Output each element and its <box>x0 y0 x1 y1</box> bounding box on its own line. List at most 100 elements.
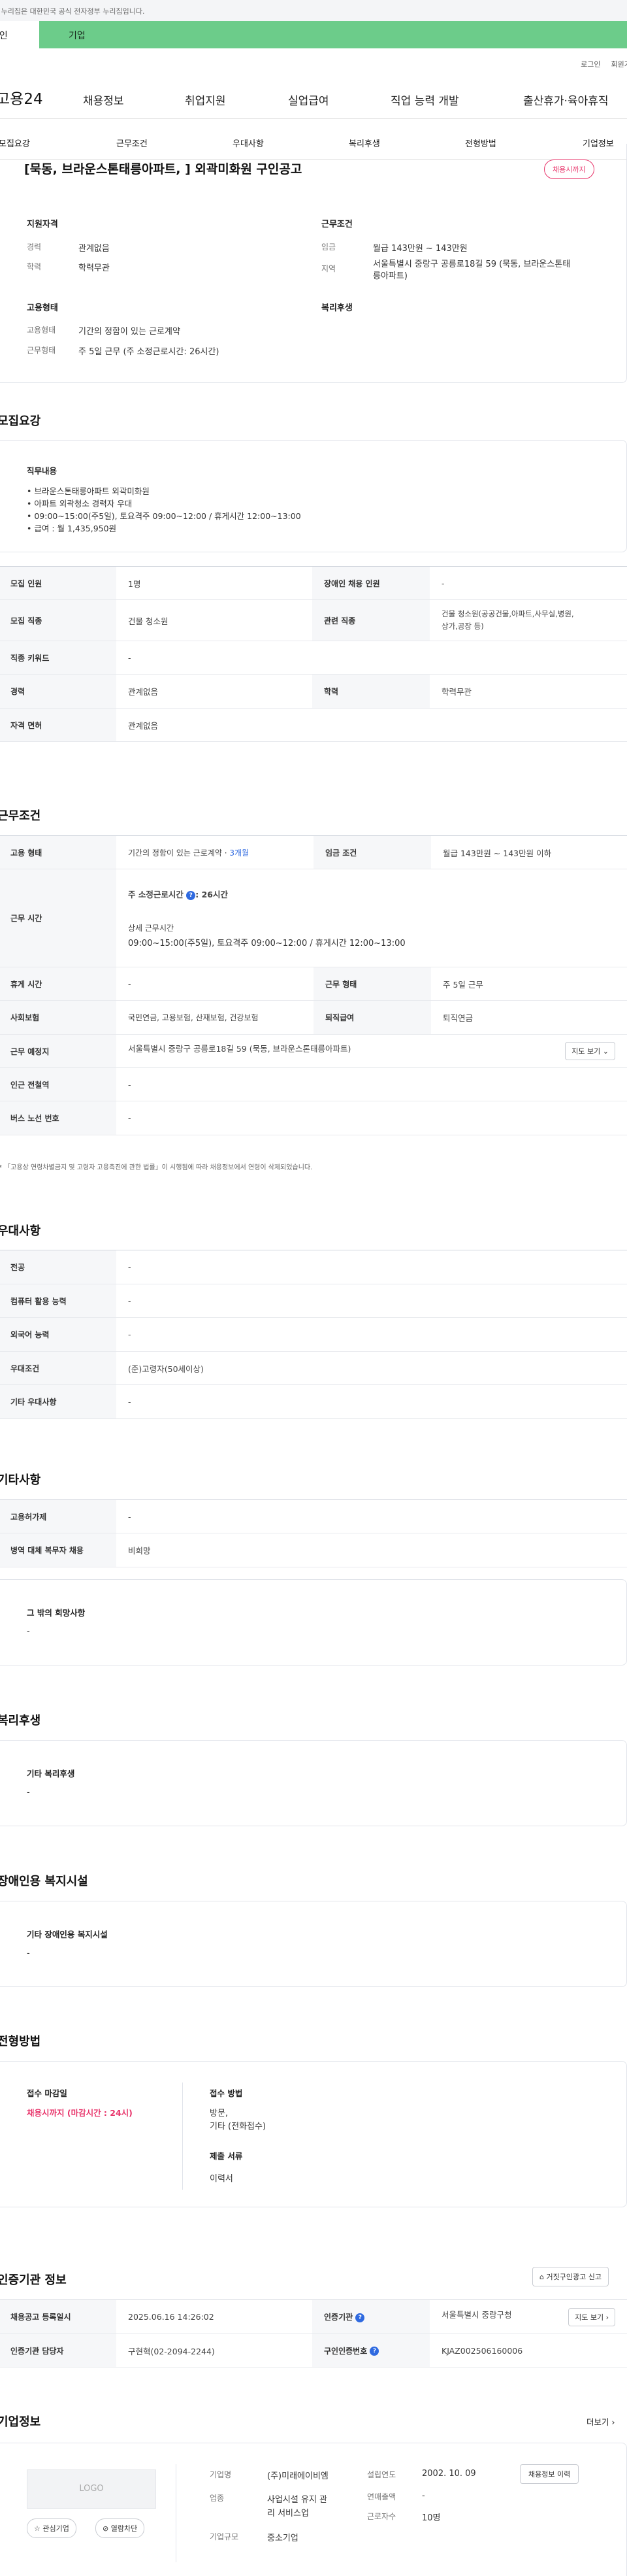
disabled-heading: 장애인용 복지시설 <box>0 1875 88 1888</box>
cell-value: 서울특별시 중랑구 공릉로18길 59 (묵동, 브라운스톤태릉아파트) 지도 보… <box>116 1034 627 1068</box>
cell-value: 1명 <box>116 566 312 600</box>
career-value: 관계없음 <box>78 244 110 254</box>
gov-banner-text: 이 누리집은 대한민국 공식 전자정부 누리집입니다. <box>0 7 145 16</box>
job-history-button[interactable]: 채용정보 이력 <box>520 2464 579 2484</box>
welfare-box-value: - <box>27 1788 30 1798</box>
chevron-right-icon: › <box>605 2313 609 2322</box>
qual-title: 지원자격 <box>27 220 58 229</box>
cell-header: 채용공고 등록일시 <box>0 2300 116 2334</box>
table-row: 인증기관 담당자 구현혁(02-2094-2244) 구인인증번호 ? KJAZ… <box>0 2333 627 2367</box>
cell-value: KJAZ002506160006 <box>430 2333 627 2367</box>
star-icon: ☆ <box>34 2524 40 2533</box>
block-view-button[interactable]: ⊘ 열람차단 <box>95 2518 145 2538</box>
cell-value: 월급 143만원 ~ 143만원 이하 <box>431 835 627 869</box>
cell-header: 인증기관 ? <box>312 2300 430 2334</box>
info-icon[interactable]: ? <box>370 2347 379 2356</box>
deadline-label: 접수 마감일 <box>27 2088 67 2098</box>
cell-header: 임금 조건 <box>314 835 431 869</box>
gnb-menu-job-info[interactable]: 채용정보 <box>83 92 124 108</box>
method-label: 접수 방법 <box>210 2088 243 2098</box>
report-fake-ad-button[interactable]: ⌂ 거짓구인광고 신고 <box>532 2267 609 2286</box>
welfare-title: 복리후생 <box>321 303 353 313</box>
duty-line: • 급여 : 월 1,435,950원 <box>27 524 117 533</box>
gnb-menu-skills[interactable]: 직업 능력 개발 <box>391 92 459 108</box>
area-label: 지역 <box>321 264 336 273</box>
prefer-heading: 우대사항 <box>0 1224 41 1238</box>
cell-value: 퇴직연금 <box>431 1000 627 1035</box>
gnb-menu-parental-leave[interactable]: 출산휴가·육아휴직 <box>523 92 609 108</box>
help-icon[interactable]: ? <box>186 890 196 900</box>
cell-header: 퇴직급여 <box>314 1000 431 1035</box>
other-wish-value: - <box>27 1627 30 1637</box>
table-row: 우대조건 (준)고령자(50세이상) <box>0 1351 627 1385</box>
cell-value: 국민연금, 고용보험, 산재보험, 건강보험 <box>116 1000 314 1035</box>
chevron-down-icon: ⌄ <box>602 1047 609 1056</box>
cell-header: 근무 시간 <box>0 869 116 967</box>
cell-value: 건물 청소원 <box>116 599 312 641</box>
cell-header: 근무 예정지 <box>0 1034 116 1068</box>
worktype-label: 근무형태 <box>27 346 56 355</box>
cell-header: 학력 <box>312 674 430 709</box>
etc-table: 고용허가제 - 병역 대체 복무자 채용 비희망 <box>0 1499 627 1567</box>
disabled-box: 기타 장애인용 복지시설 - <box>0 1901 627 1987</box>
company-name-label: 기업명 <box>210 2470 232 2479</box>
disabled-box-value: - <box>27 1949 30 1958</box>
info-icon[interactable]: ? <box>355 2313 365 2322</box>
home-icon: ⌂ <box>539 2273 544 2281</box>
agency-table: 채용공고 등록일시 2025.06.16 14:26:02 인증기관 ? 서울특… <box>0 2300 627 2367</box>
company-size-value: 중소기업 <box>267 2534 298 2543</box>
emp-title: 고용형태 <box>27 303 58 313</box>
industry-value-1: 사업시설 유지 관 <box>267 2495 327 2505</box>
industry-value-2: 리 서비스업 <box>267 2509 309 2518</box>
tab-personal[interactable]: 개인 <box>0 21 39 48</box>
job-summary-card: [묵동, 브라운스톤태릉아파트, ] 외곽미화원 구인공고 채용시까지 지원자격… <box>0 144 627 383</box>
favorite-company-button[interactable]: ☆ 관심기업 <box>27 2518 76 2538</box>
company-name-value: (주)미래에이비엠 <box>267 2471 329 2481</box>
hours-detail: 09:00~15:00(주5일), 토요격주 09:00~12:00 / 휴게시… <box>128 939 406 948</box>
hours-main-label: 주 소정근로시간 <box>128 890 184 899</box>
global-nav: 고용24 채용정보 취업지원 실업급여 직업 능력 개발 출산휴가·육아휴직 <box>0 67 627 119</box>
gov-banner: 이 누리집은 대한민국 공식 전자정부 누리집입니다. <box>0 0 627 21</box>
hours-sub-label: 상세 근무시간 <box>128 924 174 933</box>
emptype-label: 고용형태 <box>27 326 56 335</box>
cell-value: - <box>116 967 314 1001</box>
table-row: 인근 전철역 - <box>0 1067 627 1101</box>
agency-heading: 인증기관 정보 <box>0 2273 67 2287</box>
tab-company[interactable]: 기업 <box>39 21 627 48</box>
map-view-button[interactable]: 지도 보기 ⌄ <box>565 1042 615 1060</box>
table-row: 직종 키워드 - <box>0 641 627 675</box>
wage-label: 임금 <box>321 243 336 252</box>
age-law-note: * 「고용상 연령차별금지 및 고령자 고용촉진에 관한 법률」이 시행됨에 따… <box>0 1164 313 1171</box>
screening-heading: 전형방법 <box>0 2035 41 2049</box>
cell-value: - <box>116 1384 627 1419</box>
company-box: LOGO ☆ 관심기업 ⊘ 열람차단 기업명 (주)미래에이비엠 업종 사업시설… <box>0 2443 627 2576</box>
other-wish-box: 그 밖의 희망사항 - <box>0 1579 627 1665</box>
table-row: 모집 직종 건물 청소원 관련 직종 건물 청소원(공공건물,아파트,사무실,병… <box>0 599 627 641</box>
cell-value: - <box>116 1499 627 1533</box>
cell-header: 자격 면허 <box>0 708 116 742</box>
company-more-link[interactable]: 더보기 › <box>587 2415 615 2428</box>
table-row: 외국어 능력 - <box>0 1317 627 1352</box>
gnb-menu-employment-support[interactable]: 취업지원 <box>185 92 226 108</box>
cell-value: 학력무관 <box>430 674 627 709</box>
method-value-2: 기타 (전화접수) <box>210 2122 266 2132</box>
conditions-heading: 근무조건 <box>0 809 41 823</box>
career-label: 경력 <box>27 243 42 252</box>
screening-box: 접수 마감일 채용시까지 (마감시간 : 24시) 접수 방법 방문, 기타 (… <box>0 2061 627 2207</box>
divider <box>182 2083 183 2190</box>
agency-map-button[interactable]: 지도 보기 › <box>568 2307 615 2326</box>
area-value-2: 릉아파트) <box>373 271 408 281</box>
edu-label: 학력 <box>27 262 42 271</box>
table-row: 모집 인원 1명 장애인 채용 인원 - <box>0 566 627 600</box>
table-row: 경력 관계없음 학력 학력무관 <box>0 674 627 709</box>
cell-value: 2025.06.16 14:26:02 <box>116 2300 312 2334</box>
table-row: 근무 시간 주 소정근로시간 ?: 26시간 상세 근무시간 09:00~15:… <box>0 869 627 967</box>
recruit-heading: 모집요강 <box>0 414 41 428</box>
cell-header: 우대조건 <box>0 1351 116 1385</box>
table-row: 고용허가제 - <box>0 1499 627 1533</box>
cell-header: 사회보험 <box>0 1000 116 1035</box>
duty-line: • 09:00~15:00(주5일), 토요격주 09:00~12:00 / 휴… <box>27 511 301 521</box>
gnb-menu-unemployment-benefit[interactable]: 실업급여 <box>288 92 329 108</box>
site-logo[interactable]: 고용24 <box>0 86 71 109</box>
cell-value: 건물 청소원(공공건물,아파트,사무실,병원, 상가,공장 등) <box>430 599 627 641</box>
